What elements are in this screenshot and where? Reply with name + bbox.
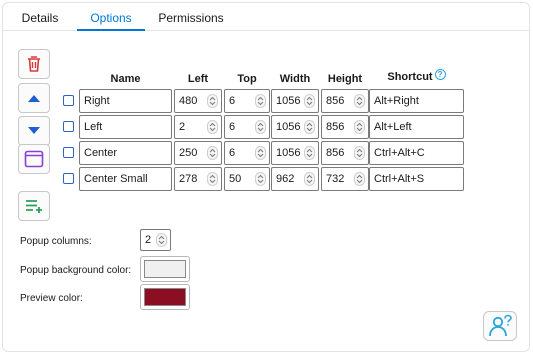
row-checkbox[interactable]	[63, 173, 74, 184]
column-header-shortcut: Shortcut?	[369, 69, 464, 83]
left-field[interactable]: 480	[174, 89, 222, 113]
left-value: 278	[179, 173, 198, 185]
table-row: Right 480 6 1056 856 Alt+Right	[3, 89, 529, 113]
height-value: 856	[326, 121, 345, 133]
width-value: 1056	[276, 95, 301, 107]
spinner-icon[interactable]	[354, 172, 365, 186]
trash-icon	[28, 56, 40, 72]
shortcut-field[interactable]: Ctrl+Alt+S	[369, 167, 464, 191]
column-header-name: Name	[110, 73, 141, 85]
popup-columns-value: 2	[145, 234, 152, 246]
spinner-icon[interactable]	[255, 172, 266, 186]
top-value: 6	[229, 147, 236, 159]
left-value: 480	[179, 95, 198, 107]
tab-options[interactable]: Options	[77, 3, 145, 31]
spinner-icon[interactable]	[354, 94, 365, 108]
width-value: 962	[276, 173, 295, 185]
height-field[interactable]: 856	[321, 141, 369, 165]
preview-color-picker[interactable]	[140, 284, 190, 310]
top-field[interactable]: 6	[224, 115, 270, 139]
top-value: 50	[229, 173, 242, 185]
width-value: 1056	[276, 121, 301, 133]
spinner-icon[interactable]	[207, 94, 218, 108]
column-header-top: Top	[237, 73, 257, 85]
help-person-icon	[489, 314, 512, 337]
left-field[interactable]: 278	[174, 167, 222, 191]
shortcut-header-label: Shortcut	[387, 71, 433, 83]
column-header-height: Height	[327, 73, 363, 85]
spinner-icon[interactable]	[304, 146, 315, 160]
table-row: Center 250 6 1056 856 Ctrl+Alt+C	[3, 141, 529, 165]
add-list-icon	[26, 200, 42, 213]
spinner-icon[interactable]	[255, 146, 266, 160]
row-checkbox[interactable]	[63, 147, 74, 158]
add-row-button[interactable]	[18, 191, 50, 221]
spinner-icon[interactable]	[255, 94, 266, 108]
delete-button[interactable]	[18, 49, 50, 79]
height-field[interactable]: 856	[321, 89, 369, 113]
name-field[interactable]: Center Small	[79, 167, 172, 191]
height-field[interactable]: 856	[321, 115, 369, 139]
spinner-icon[interactable]	[354, 146, 365, 160]
width-field[interactable]: 1056	[271, 141, 319, 165]
help-button[interactable]	[483, 311, 517, 341]
spinner-icon[interactable]	[207, 172, 218, 186]
shortcut-field[interactable]: Alt+Left	[369, 115, 464, 139]
table-row: Left 2 6 1056 856 Alt+Left	[3, 115, 529, 139]
column-header-left: Left	[187, 73, 209, 85]
column-header-width: Width	[279, 73, 311, 85]
height-value: 856	[326, 147, 345, 159]
spinner-icon[interactable]	[156, 233, 167, 247]
popup-columns-label: Popup columns:	[20, 236, 92, 247]
width-field[interactable]: 1056	[271, 115, 319, 139]
top-value: 6	[229, 95, 236, 107]
help-circle-icon[interactable]: ?	[434, 69, 446, 80]
shortcut-field[interactable]: Ctrl+Alt+C	[369, 141, 464, 165]
tab-permissions[interactable]: Permissions	[151, 3, 231, 31]
table-row: Center Small 278 50 962 732 Ctrl+Alt+S	[3, 167, 529, 191]
preview-color-label: Preview color:	[20, 293, 83, 304]
left-field[interactable]: 2	[174, 115, 222, 139]
spinner-icon[interactable]	[207, 120, 218, 134]
left-value: 2	[179, 121, 186, 133]
height-value: 732	[326, 173, 345, 185]
width-field[interactable]: 962	[271, 167, 319, 191]
top-field[interactable]: 6	[224, 141, 270, 165]
spinner-icon[interactable]	[207, 146, 218, 160]
popup-columns-stepper[interactable]: 2	[140, 229, 171, 251]
row-checkbox[interactable]	[63, 121, 74, 132]
height-value: 856	[326, 95, 345, 107]
top-field[interactable]: 50	[224, 167, 270, 191]
popup-background-color-label: Popup background color:	[20, 265, 132, 276]
spinner-icon[interactable]	[304, 172, 315, 186]
spinner-icon[interactable]	[354, 120, 365, 134]
popup-background-color-picker[interactable]	[140, 256, 190, 282]
tab-details[interactable]: Details	[11, 3, 69, 31]
spinner-icon[interactable]	[255, 120, 266, 134]
name-field[interactable]: Left	[79, 115, 172, 139]
spinner-icon[interactable]	[304, 94, 315, 108]
width-value: 1056	[276, 147, 301, 159]
tab-bar: Details Options Permissions	[3, 3, 529, 31]
preview-color-swatch	[144, 288, 186, 306]
left-value: 250	[179, 147, 198, 159]
popup-background-swatch	[144, 260, 186, 278]
height-field[interactable]: 732	[321, 167, 369, 191]
name-field[interactable]: Right	[79, 89, 172, 113]
top-value: 6	[229, 121, 236, 133]
width-field[interactable]: 1056	[271, 89, 319, 113]
row-checkbox[interactable]	[63, 95, 74, 106]
spinner-icon[interactable]	[304, 120, 315, 134]
shortcut-field[interactable]: Alt+Right	[369, 89, 464, 113]
name-field[interactable]: Center	[79, 141, 172, 165]
left-field[interactable]: 250	[174, 141, 222, 165]
options-panel: Details Options Permissions Name Left To…	[2, 2, 530, 352]
top-field[interactable]: 6	[224, 89, 270, 113]
